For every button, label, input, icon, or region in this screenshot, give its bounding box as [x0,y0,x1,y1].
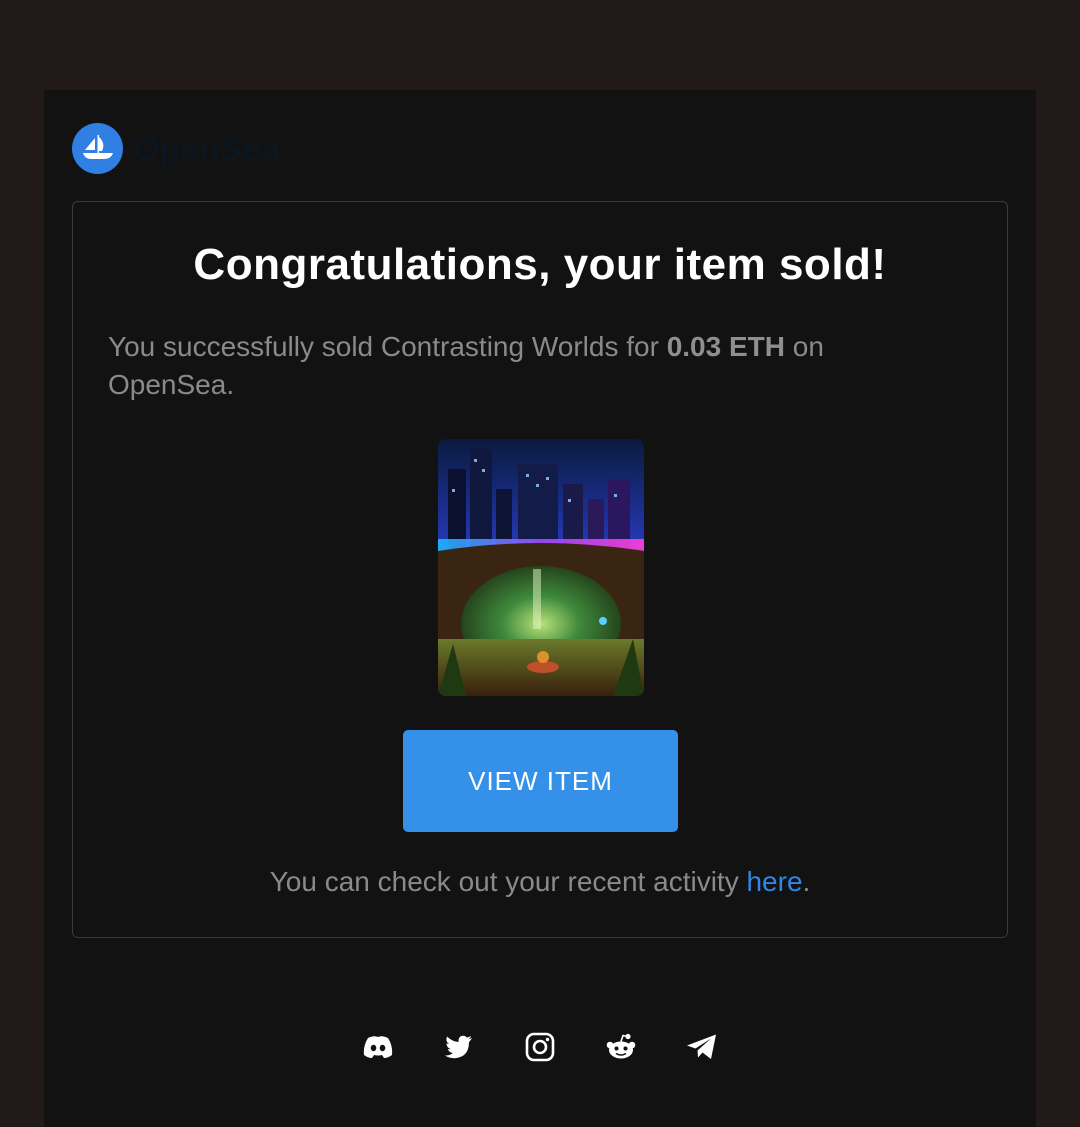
activity-suffix: . [802,866,811,897]
sale-message: You successfully sold Contrasting Worlds… [108,328,908,404]
telegram-icon[interactable] [685,1030,719,1064]
brand-header[interactable]: OpenSea [72,123,281,174]
social-links [44,1030,1036,1064]
card-title: Congratulations, your item sold! [193,240,887,289]
nft-artwork-image[interactable] [438,439,644,696]
reddit-icon[interactable] [604,1030,638,1064]
instagram-icon[interactable] [523,1030,557,1064]
activity-text: You can check out your recent activity h… [73,866,1007,898]
discord-icon[interactable] [361,1030,395,1064]
email-container: OpenSea Congratulations, your item sold!… [44,90,1036,1127]
sale-card: Congratulations, your item sold! You suc… [72,201,1008,938]
sale-message-prefix: You successfully sold Contrasting Worlds… [108,331,667,362]
opensea-boat-icon [72,123,123,174]
twitter-icon[interactable] [442,1030,476,1064]
activity-link[interactable]: here [746,866,802,897]
activity-prefix: You can check out your recent activity [269,866,747,897]
sale-price: 0.03 ETH [666,331,785,362]
view-item-button[interactable]: VIEW ITEM [403,730,678,832]
brand-name: OpenSea [134,129,281,167]
